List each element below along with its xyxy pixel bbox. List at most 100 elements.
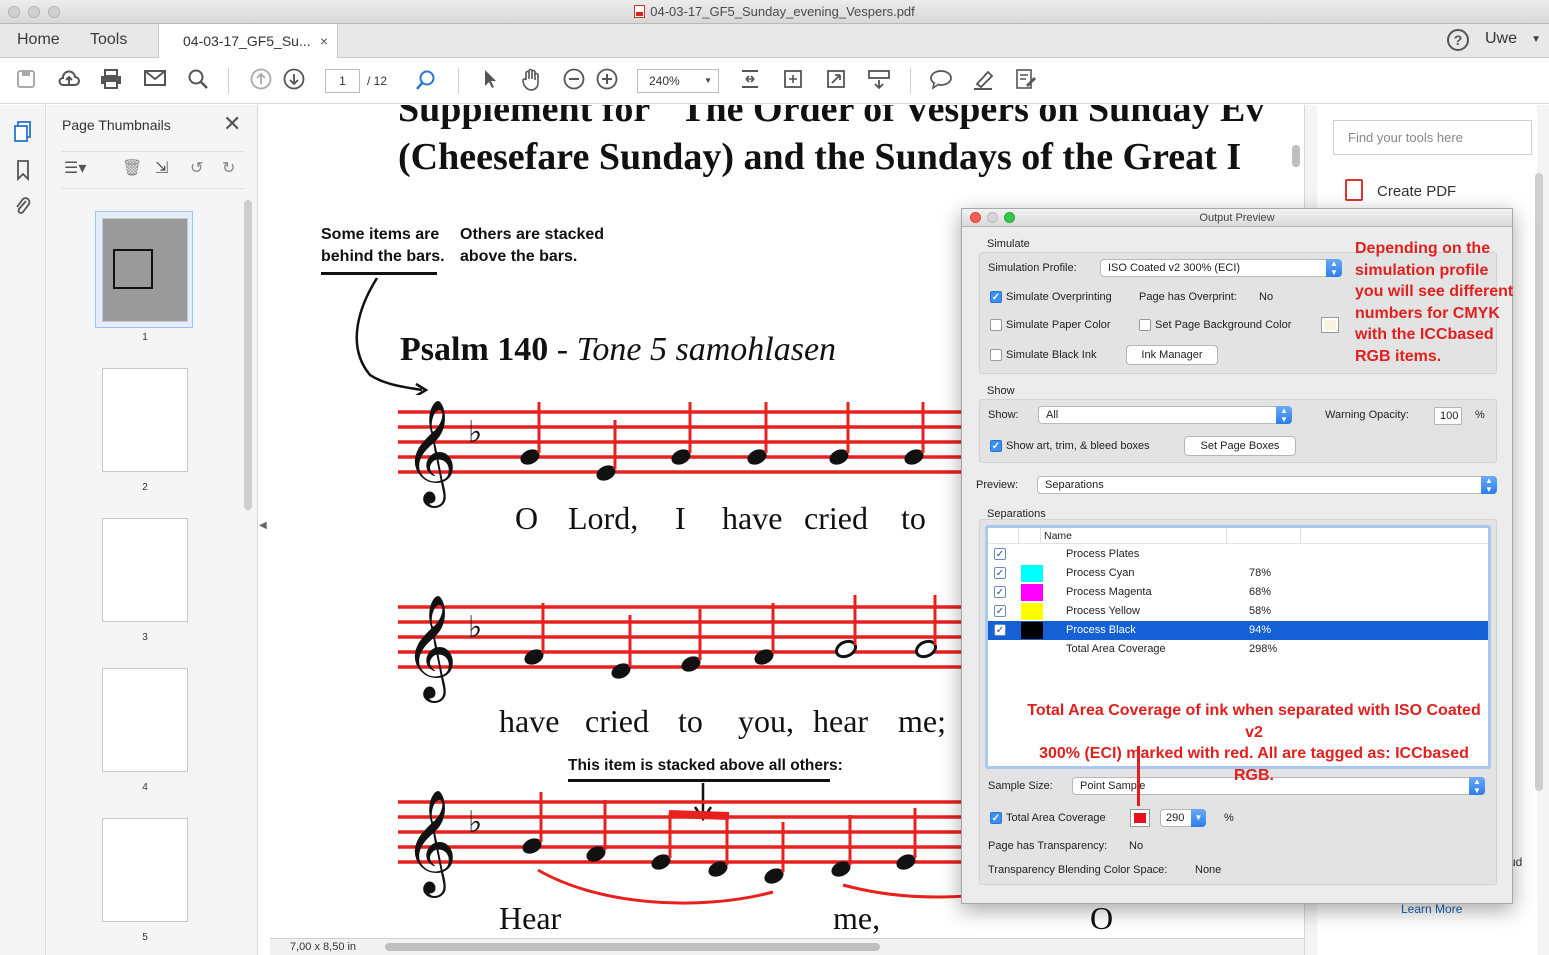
- email-icon[interactable]: [142, 68, 168, 94]
- highlight-pen-icon[interactable]: [971, 68, 997, 94]
- show-select[interactable]: All ▲ ▼: [1038, 406, 1292, 424]
- help-icon[interactable]: ?: [1447, 29, 1469, 51]
- ink-manager-button[interactable]: Ink Manager: [1126, 345, 1218, 365]
- document-vertical-scrollbar[interactable]: [1292, 145, 1300, 167]
- search-icon[interactable]: [185, 68, 211, 94]
- learn-more-link[interactable]: Learn More: [1401, 902, 1462, 916]
- coverage-color-swatch[interactable]: [1130, 809, 1150, 827]
- next-page-icon[interactable]: [281, 68, 307, 94]
- zoom-to-fit-icon[interactable]: [413, 68, 439, 94]
- close-tab-icon[interactable]: ×: [320, 24, 328, 58]
- total-area-coverage-checkbox[interactable]: [990, 812, 1002, 824]
- annotation-line: Others are stacked: [460, 226, 605, 243]
- previous-page-icon[interactable]: [248, 68, 274, 94]
- page-number-input[interactable]: 1: [325, 69, 360, 93]
- thumbnail-label: 2: [142, 482, 148, 493]
- thumbnail-page-3[interactable]: [102, 518, 188, 622]
- page-background-color-swatch[interactable]: [1321, 317, 1339, 333]
- simulate-paper-color-checkbox[interactable]: [990, 319, 1002, 331]
- rotate-left-icon[interactable]: ↺: [190, 158, 203, 178]
- close-panel-icon[interactable]: ✕: [223, 111, 241, 137]
- delete-page-icon[interactable]: 🗑: [122, 158, 142, 178]
- rotate-view-icon[interactable]: [780, 68, 806, 94]
- simulate-overprinting-label: Simulate Overprinting: [1006, 291, 1112, 303]
- separation-name: Process Cyan: [1066, 567, 1135, 579]
- dialog-minimize-button[interactable]: [987, 212, 998, 223]
- thumbnails-scrollbar[interactable]: [244, 200, 252, 510]
- fill-sign-icon[interactable]: [1013, 68, 1039, 94]
- simulation-profile-select[interactable]: ISO Coated v2 300% (ECI) ▲ ▼: [1100, 259, 1342, 277]
- table-row-selected[interactable]: ✓ Process Black 94%: [988, 621, 1488, 640]
- chevron-down-icon[interactable]: ▼: [1531, 34, 1541, 45]
- separation-name: Total Area Coverage: [1066, 643, 1166, 655]
- user-name[interactable]: Uwe: [1485, 30, 1517, 48]
- row-checkbox[interactable]: ✓: [994, 548, 1006, 560]
- thumbnail-page-2[interactable]: [102, 368, 188, 472]
- dialog-close-button[interactable]: [970, 212, 981, 223]
- simulate-black-ink-checkbox[interactable]: [990, 349, 1002, 361]
- set-page-background-checkbox[interactable]: [1139, 319, 1151, 331]
- horizontal-scrollbar[interactable]: [385, 943, 880, 951]
- show-boxes-checkbox[interactable]: [990, 440, 1002, 452]
- svg-text:♭: ♭: [468, 805, 482, 840]
- tools-pane-scrollbar[interactable]: [1535, 173, 1543, 791]
- tab-home[interactable]: Home: [17, 24, 60, 57]
- row-checkbox[interactable]: ✓: [994, 567, 1006, 579]
- warning-opacity-input[interactable]: 100: [1434, 407, 1462, 425]
- select-arrow-icon[interactable]: [476, 68, 502, 94]
- zoom-in-icon[interactable]: [594, 68, 620, 94]
- separation-percent: 68%: [1249, 586, 1272, 598]
- coverage-value-combo[interactable]: 290 ▼: [1160, 809, 1206, 827]
- table-row[interactable]: ✓ Process Cyan 78%: [988, 564, 1488, 583]
- find-tools-input[interactable]: Find your tools here: [1333, 120, 1532, 155]
- collapse-panel-icon[interactable]: ◀: [259, 520, 267, 531]
- cloud-upload-icon[interactable]: [56, 68, 82, 94]
- coverage-percent-label: %: [1224, 812, 1234, 824]
- fit-page-icon[interactable]: [737, 68, 763, 94]
- table-row[interactable]: ✓ Process Plates: [988, 545, 1488, 564]
- zoom-select[interactable]: 240% ▼: [637, 69, 719, 93]
- thumbnail-page-4[interactable]: [102, 668, 188, 772]
- preview-value: Separations: [1045, 479, 1104, 491]
- simulate-heading: Simulate: [987, 238, 1030, 250]
- table-row[interactable]: Total Area Coverage 298%: [988, 640, 1488, 659]
- thumbnail-page-1[interactable]: [102, 218, 188, 322]
- table-row[interactable]: ✓ Process Magenta 68%: [988, 583, 1488, 602]
- column-divider: [1040, 528, 1041, 544]
- zoom-out-icon[interactable]: [561, 68, 587, 94]
- preview-select[interactable]: Separations ▲ ▼: [1037, 476, 1497, 494]
- toolbar-separator: [228, 68, 229, 94]
- rotate-right-icon[interactable]: ↻: [222, 158, 235, 178]
- simulate-overprinting-checkbox[interactable]: [990, 291, 1002, 303]
- insert-page-icon[interactable]: ⇲: [155, 158, 168, 178]
- full-screen-icon[interactable]: [823, 68, 849, 94]
- table-row[interactable]: ✓ Process Yellow 58%: [988, 602, 1488, 621]
- row-checkbox[interactable]: ✓: [994, 586, 1006, 598]
- set-page-boxes-button[interactable]: Set Page Boxes: [1184, 436, 1296, 456]
- scroll-mode-icon[interactable]: [866, 68, 892, 94]
- thumbnail-label: 1: [142, 332, 148, 343]
- transparency-blending-label: Transparency Blending Color Space:: [988, 864, 1168, 876]
- comment-icon[interactable]: [928, 68, 954, 94]
- hand-tool-icon[interactable]: [518, 68, 544, 94]
- page-thumbnails-icon[interactable]: [12, 121, 34, 143]
- create-pdf-link[interactable]: Create PDF: [1377, 183, 1456, 200]
- bookmark-icon[interactable]: [12, 159, 34, 182]
- row-checkbox[interactable]: ✓: [994, 605, 1006, 617]
- window-title: 04-03-17_GF5_Sunday_evening_Vespers.pdf: [0, 4, 1549, 19]
- chevron-down-icon: ▼: [704, 76, 712, 85]
- tab-tools[interactable]: Tools: [90, 24, 127, 57]
- create-pdf-icon[interactable]: [1345, 179, 1363, 201]
- save-icon[interactable]: [13, 68, 39, 94]
- row-checkbox[interactable]: ✓: [994, 624, 1006, 636]
- options-menu-icon[interactable]: ☰▾: [64, 158, 86, 178]
- show-label: Show:: [988, 409, 1019, 421]
- simulation-profile-value: ISO Coated v2 300% (ECI): [1108, 262, 1241, 274]
- annotation-line: simulation profile: [1355, 261, 1489, 279]
- thumbnail-page-5[interactable]: [102, 818, 188, 922]
- dialog-zoom-button[interactable]: [1004, 212, 1015, 223]
- attachment-icon[interactable]: [12, 195, 34, 217]
- svg-text:♭: ♭: [468, 610, 482, 645]
- tab-document[interactable]: 04-03-17_GF5_Su... ×: [158, 24, 338, 58]
- print-icon[interactable]: [98, 68, 124, 94]
